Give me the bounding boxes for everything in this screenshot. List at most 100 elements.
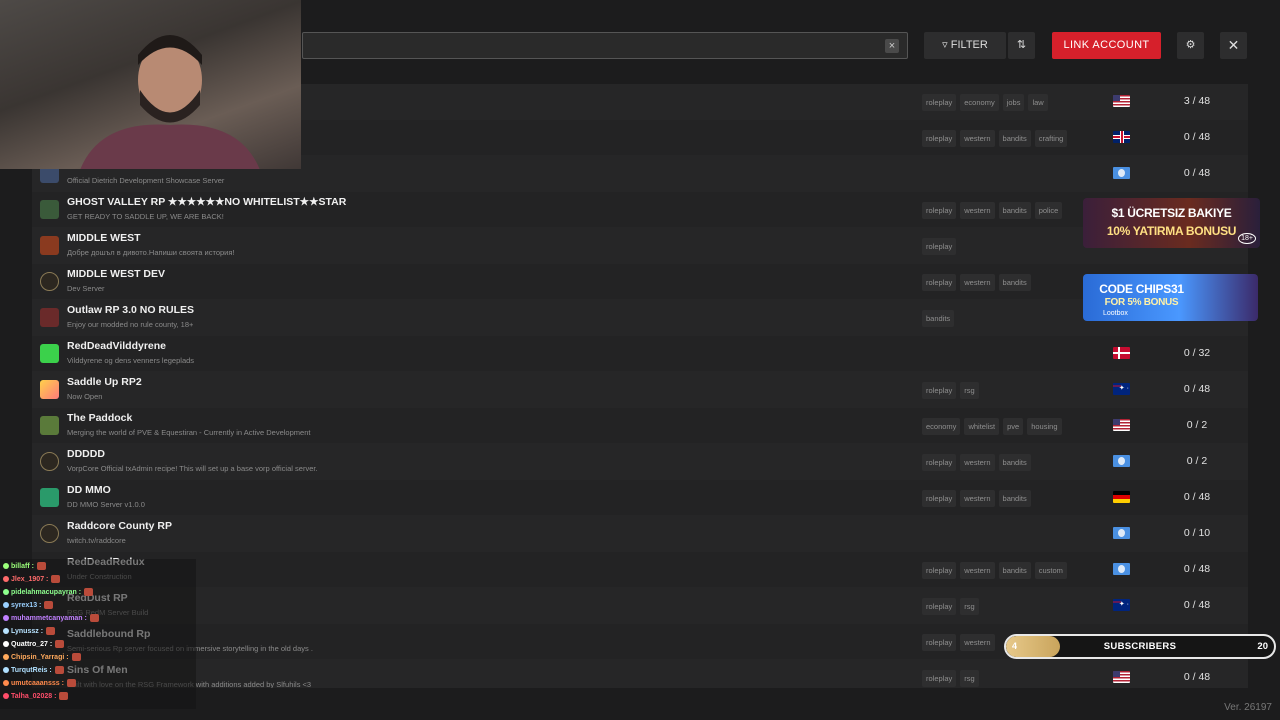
server-tag: housing: [1027, 418, 1062, 435]
server-row[interactable]: DDDDD VorpCore Official txAdmin recipe! T…: [32, 444, 1248, 480]
server-name: DD MMO: [67, 484, 111, 496]
country-flag-icon: [1113, 671, 1130, 683]
user-badge-icon: [3, 589, 9, 595]
server-tag: roleplay: [922, 202, 957, 219]
server-row[interactable]: Saddle Up RP2 Now Open roleplayrsg 0 / 48: [32, 372, 1248, 408]
emote-icon: [44, 601, 54, 609]
emote-icon: [36, 562, 46, 570]
emote-icon: [89, 614, 99, 622]
ad-bonus: FOR 5% BONUS: [1104, 297, 1179, 308]
close-icon: ✕: [1227, 37, 1240, 53]
player-count: 0 / 48: [1183, 491, 1211, 503]
chat-overlay: billaff : Jlex_1907 : pidelahmacupayran : s…: [0, 559, 196, 709]
server-tag: bandits: [998, 130, 1031, 147]
server-tag: roleplay: [922, 382, 957, 399]
chat-message: Chipsin_Yarragi :: [3, 653, 81, 661]
server-tags: roleplay economy jobs law: [922, 94, 1048, 111]
subscriber-label: SUBSCRIBERS: [1103, 641, 1177, 652]
chat-username: pidelahmacupayran :: [11, 588, 82, 596]
server-description: Dev Server: [67, 284, 105, 293]
server-tag: law: [1028, 94, 1048, 111]
chat-message: syrex13 :: [3, 601, 54, 609]
chat-message: Lynussz :: [3, 627, 56, 635]
server-tag: roleplay: [922, 238, 957, 255]
server-name: Raddcore County RP: [67, 520, 173, 532]
server-tag: bandits: [998, 202, 1031, 219]
server-row[interactable]: RedDeadReduxUnder Constructionroleplaywe…: [32, 552, 1248, 588]
chat-message: billaff :: [3, 562, 46, 570]
server-logo-icon: [40, 344, 59, 363]
server-logo-icon: [40, 416, 59, 435]
user-badge-icon: [3, 628, 9, 634]
link-account-button[interactable]: LINK ACCOUNT: [1052, 32, 1161, 59]
clear-search-icon[interactable]: ×: [885, 39, 899, 53]
ad-subline: 10% YATIRMA BONUSU: [1106, 224, 1237, 238]
filter-button[interactable]: ▿ FILTER: [924, 32, 1006, 59]
server-tag: rsg: [960, 598, 979, 615]
settings-button[interactable]: ⚙: [1177, 32, 1204, 59]
emote-icon: [54, 666, 64, 674]
server-tags: roleplay western: [922, 634, 995, 651]
server-description: Enjoy our modded no rule county, 18+: [67, 320, 194, 329]
server-list: r great times!roleplayeconomyjobslaw3 / …: [32, 84, 1248, 688]
server-tag: jobs: [1002, 94, 1025, 111]
casino-ad-banner[interactable]: $1 ÜCRETSIZ BAKIYE 10% YATIRMA BONUSU 18…: [1083, 198, 1260, 248]
server-description: VorpCore Official txAdmin recipe! This w…: [67, 464, 318, 473]
server-row[interactable]: Outlaw RP 3.0 NO RULES Enjoy our modded n…: [32, 300, 1248, 336]
server-tag: police: [1034, 202, 1063, 219]
server-row[interactable]: DD MMO DD MMO Server v1.0.0 roleplay wester…: [32, 480, 1248, 516]
country-flag-icon: [1113, 527, 1130, 539]
server-name: DDDDD: [67, 448, 105, 460]
server-tag: western: [960, 562, 995, 579]
search-box[interactable]: ×: [302, 32, 908, 59]
server-tag: roleplay: [922, 94, 957, 111]
server-row[interactable]: The Paddock Merging the world of PVE & Eq…: [32, 408, 1248, 444]
server-tag: rsg: [960, 382, 979, 399]
emote-icon: [66, 679, 76, 687]
server-name: The Paddock: [67, 412, 133, 424]
server-description: DD MMO Server v1.0.0: [67, 500, 145, 509]
server-row[interactable]: Raddcore County RP twitch.tv/raddcore 0 / …: [32, 516, 1248, 552]
server-tags: roleplay western bandits: [922, 274, 1031, 291]
country-flag-icon: [1113, 347, 1130, 359]
server-tag: bandits: [922, 310, 955, 327]
age-badge: 18+: [1238, 233, 1256, 244]
server-tag: bandits: [998, 490, 1031, 507]
player-count: 0 / 48: [1183, 383, 1211, 395]
server-logo-icon: [40, 524, 59, 543]
server-name: GHOST VALLEY RP ★★★★★★NO WHITELIST★★STAR: [67, 196, 347, 208]
user-badge-icon: [3, 563, 9, 569]
server-tags: roleplay western bandits custom: [922, 562, 1067, 579]
server-tag: whitelist: [964, 418, 1000, 435]
server-tag: western: [960, 274, 995, 291]
player-count: 3 / 48: [1183, 95, 1211, 107]
server-row[interactable]: MIDDLE WEST Добре дошъл в дивото.Напиши с…: [32, 228, 1248, 264]
chat-username: Talha_02028 :: [11, 692, 57, 700]
server-tags: roleplay western bandits police: [922, 202, 1063, 219]
server-row[interactable]: RedDust RPRSG RedM Server Buildroleplayr…: [32, 588, 1248, 624]
server-tags: bandits: [922, 310, 955, 327]
server-row[interactable]: Sins Of MenBuilt with love on the RSG Fr…: [32, 660, 1248, 688]
sort-button[interactable]: ⇅: [1008, 32, 1035, 59]
close-button[interactable]: ✕: [1220, 32, 1247, 59]
server-row[interactable]: RedDeadVilddyrene Vilddyrene og dens venn…: [32, 336, 1248, 372]
chat-username: syrex13 :: [11, 601, 42, 609]
chat-message: pidelahmacupayran :: [3, 588, 94, 596]
server-description: Добре дошъл в дивото.Напиши своята истор…: [67, 248, 235, 257]
server-row[interactable]: GHOST VALLEY RP ★★★★★★NO WHITELIST★★STAR…: [32, 192, 1248, 228]
country-flag-icon: [1113, 491, 1130, 503]
server-description: GET READY TO SADDLE UP, WE ARE BACK!: [67, 212, 224, 221]
streamer-image: [80, 35, 260, 169]
chat-message: Quattro_27 :: [3, 640, 65, 648]
server-logo-icon: [40, 380, 59, 399]
server-tags: roleplay rsg: [922, 598, 979, 615]
server-logo-icon: [40, 200, 59, 219]
lootbox-ad-banner[interactable]: CODE CHIPS31 FOR 5% BONUS Lootbox: [1083, 274, 1258, 321]
server-tag: western: [960, 490, 995, 507]
server-tag: rsg: [960, 670, 979, 687]
search-input[interactable]: [303, 33, 907, 58]
ad-brand: Lootbox: [1103, 310, 1128, 317]
chat-username: muhammetcanyaman :: [11, 614, 87, 622]
server-row[interactable]: MIDDLE WEST DEV Dev Server roleplay western…: [32, 264, 1248, 300]
player-count: 0 / 48: [1183, 167, 1211, 179]
